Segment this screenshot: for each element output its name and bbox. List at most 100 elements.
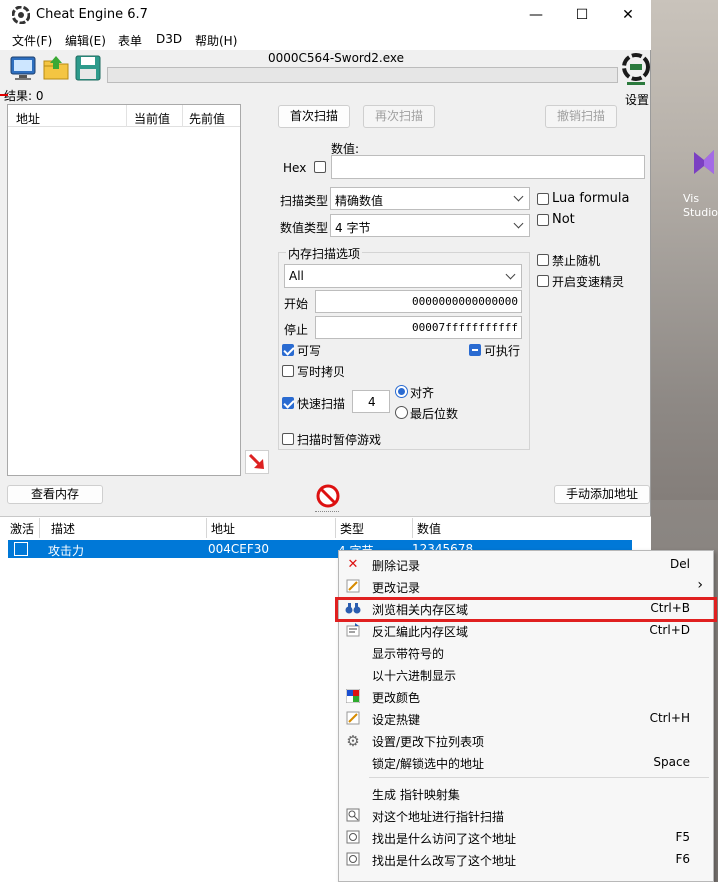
row-address: 004CEF30 bbox=[208, 542, 270, 556]
menu-item-change-color[interactable]: 更改颜色 bbox=[339, 686, 713, 708]
computer-icon bbox=[10, 56, 36, 80]
menu-item-lock-unlock[interactable]: 锁定/解锁选中的地址 Space bbox=[339, 752, 713, 774]
settings-button[interactable]: 设置 bbox=[622, 52, 652, 107]
menu-item-set-hotkey[interactable]: 设定热键 Ctrl+H bbox=[339, 708, 713, 730]
view-memory-button[interactable]: 查看内存 bbox=[7, 485, 103, 504]
disable-random-checkbox[interactable] bbox=[537, 254, 549, 266]
executable-checkbox[interactable] bbox=[469, 344, 481, 356]
menu-item-show-signed[interactable]: 显示带符号的 bbox=[339, 642, 713, 664]
next-scan-button[interactable]: 再次扫描 bbox=[363, 105, 435, 128]
process-name: 0000C564-Sword2.exe bbox=[268, 51, 405, 65]
red-marker bbox=[0, 94, 8, 96]
write-icon bbox=[345, 852, 361, 868]
align-radio[interactable] bbox=[395, 385, 408, 398]
highlight-annotation bbox=[335, 597, 717, 622]
maximize-button[interactable]: ☐ bbox=[559, 0, 605, 30]
memory-region-value: All bbox=[289, 269, 304, 283]
edit-icon bbox=[345, 579, 361, 595]
writable-checkbox[interactable] bbox=[282, 344, 294, 356]
not-label: Not bbox=[552, 212, 575, 227]
copy-on-write-checkbox[interactable] bbox=[282, 365, 294, 377]
start-address-input[interactable]: 0000000000000000 bbox=[315, 290, 522, 313]
header-divider bbox=[206, 518, 207, 538]
disassemble-icon bbox=[345, 623, 361, 639]
col-address[interactable]: 地址 bbox=[211, 520, 235, 537]
add-to-list-button[interactable] bbox=[245, 450, 269, 474]
menu-edit[interactable]: 编辑(E) bbox=[65, 32, 106, 49]
copy-on-write-label: 写时拷贝 bbox=[297, 365, 346, 379]
active-checkbox[interactable] bbox=[14, 542, 28, 556]
header-divider bbox=[412, 518, 413, 538]
pause-game-checkbox[interactable] bbox=[282, 433, 294, 445]
col-current-value[interactable]: 当前值 bbox=[134, 110, 170, 127]
disable-random-label: 禁止随机 bbox=[552, 254, 601, 268]
menu-item-show-hex[interactable]: 以十六进制显示 bbox=[339, 664, 713, 686]
open-process-button[interactable] bbox=[9, 54, 37, 82]
found-list[interactable]: 地址 当前值 先前值 bbox=[7, 104, 241, 476]
menu-item-change-record[interactable]: 更改记录 › bbox=[339, 576, 713, 598]
save-button[interactable] bbox=[74, 54, 102, 82]
speedhack-checkbox[interactable] bbox=[537, 275, 549, 287]
hex-checkbox[interactable] bbox=[314, 161, 326, 173]
open-file-button[interactable] bbox=[42, 54, 70, 82]
cheat-engine-window: Cheat Engine 6.7 — ☐ ✕ 文件(F) 编辑(E) 表单 D3… bbox=[0, 0, 651, 518]
scan-progress-bar bbox=[107, 67, 618, 83]
header-divider bbox=[126, 105, 127, 127]
undo-scan-button[interactable]: 撤销扫描 bbox=[545, 105, 617, 128]
floppy-disk-icon bbox=[75, 55, 101, 81]
value-type-label: 数值类型 bbox=[280, 221, 329, 235]
menu-d3d[interactable]: D3D bbox=[156, 32, 182, 46]
minimize-button[interactable]: — bbox=[513, 0, 559, 30]
menu-item-dropdown-list[interactable]: ⚙ 设置/更改下拉列表项 bbox=[339, 730, 713, 752]
col-previous-value[interactable]: 先前值 bbox=[189, 110, 225, 127]
fast-scan-label: 快速扫描 bbox=[297, 397, 346, 411]
results-count: 结果: 0 bbox=[4, 89, 44, 103]
pause-game-label: 扫描时暂停游戏 bbox=[297, 433, 382, 447]
hotkey-icon bbox=[345, 711, 361, 727]
visual-studio-icon bbox=[694, 150, 714, 174]
desktop-icon-label: Vis Studio bbox=[683, 192, 718, 219]
red-arrow-icon bbox=[248, 453, 264, 469]
splitter-handle[interactable] bbox=[315, 511, 339, 514]
color-icon bbox=[345, 688, 361, 705]
menu-bar: 文件(F) 编辑(E) 表单 D3D 帮助(H) bbox=[0, 30, 651, 50]
col-address[interactable]: 地址 bbox=[16, 110, 40, 127]
col-description[interactable]: 描述 bbox=[51, 520, 75, 537]
speedhack-label: 开启变速精灵 bbox=[552, 275, 625, 289]
menu-item-disassemble[interactable]: 反汇编此内存区域 Ctrl+D bbox=[339, 620, 713, 642]
fast-scan-value: 4 bbox=[368, 395, 376, 409]
value-type-select[interactable]: 4 字节 bbox=[330, 214, 530, 237]
menu-table[interactable]: 表单 bbox=[118, 32, 142, 49]
prohibit-icon bbox=[316, 484, 340, 508]
menu-separator bbox=[369, 777, 709, 778]
col-type[interactable]: 类型 bbox=[340, 520, 364, 537]
menu-item-find-write[interactable]: 找出是什么改写了这个地址 F6 bbox=[339, 849, 713, 871]
stop-button[interactable] bbox=[316, 484, 340, 508]
menu-file[interactable]: 文件(F) bbox=[12, 32, 52, 49]
lua-formula-label: Lua formula bbox=[552, 191, 630, 206]
access-icon bbox=[345, 830, 361, 846]
menu-item-generate-pointermap[interactable]: 生成 指针映射集 bbox=[339, 783, 713, 805]
menu-item-find-access[interactable]: 找出是什么访问了这个地址 F5 bbox=[339, 827, 713, 849]
add-address-manually-button[interactable]: 手动添加地址 bbox=[554, 485, 650, 504]
not-checkbox[interactable] bbox=[537, 214, 549, 226]
fast-scan-checkbox[interactable] bbox=[282, 397, 294, 409]
col-value[interactable]: 数值 bbox=[417, 520, 441, 537]
fast-scan-input[interactable]: 4 bbox=[352, 390, 390, 413]
col-active[interactable]: 激活 bbox=[10, 520, 34, 537]
first-scan-button[interactable]: 首次扫描 bbox=[278, 105, 350, 128]
desktop-app-icon[interactable] bbox=[690, 148, 718, 178]
value-type-value: 4 字节 bbox=[335, 221, 371, 235]
menu-item-delete-record[interactable]: ✕ 删除记录 Del bbox=[339, 554, 713, 576]
value-input[interactable] bbox=[331, 155, 645, 179]
lua-formula-checkbox[interactable] bbox=[537, 193, 549, 205]
memory-region-select[interactable]: All bbox=[284, 264, 522, 288]
executable-label: 可执行 bbox=[484, 344, 521, 358]
close-button[interactable]: ✕ bbox=[605, 0, 651, 30]
menu-help[interactable]: 帮助(H) bbox=[195, 32, 237, 49]
delete-icon: ✕ bbox=[347, 557, 359, 572]
menu-item-pointer-scan[interactable]: 对这个地址进行指针扫描 bbox=[339, 805, 713, 827]
stop-address-input[interactable]: 00007fffffffffff bbox=[315, 316, 522, 339]
scan-type-select[interactable]: 精确数值 bbox=[330, 187, 530, 210]
last-digits-radio[interactable] bbox=[395, 406, 408, 419]
